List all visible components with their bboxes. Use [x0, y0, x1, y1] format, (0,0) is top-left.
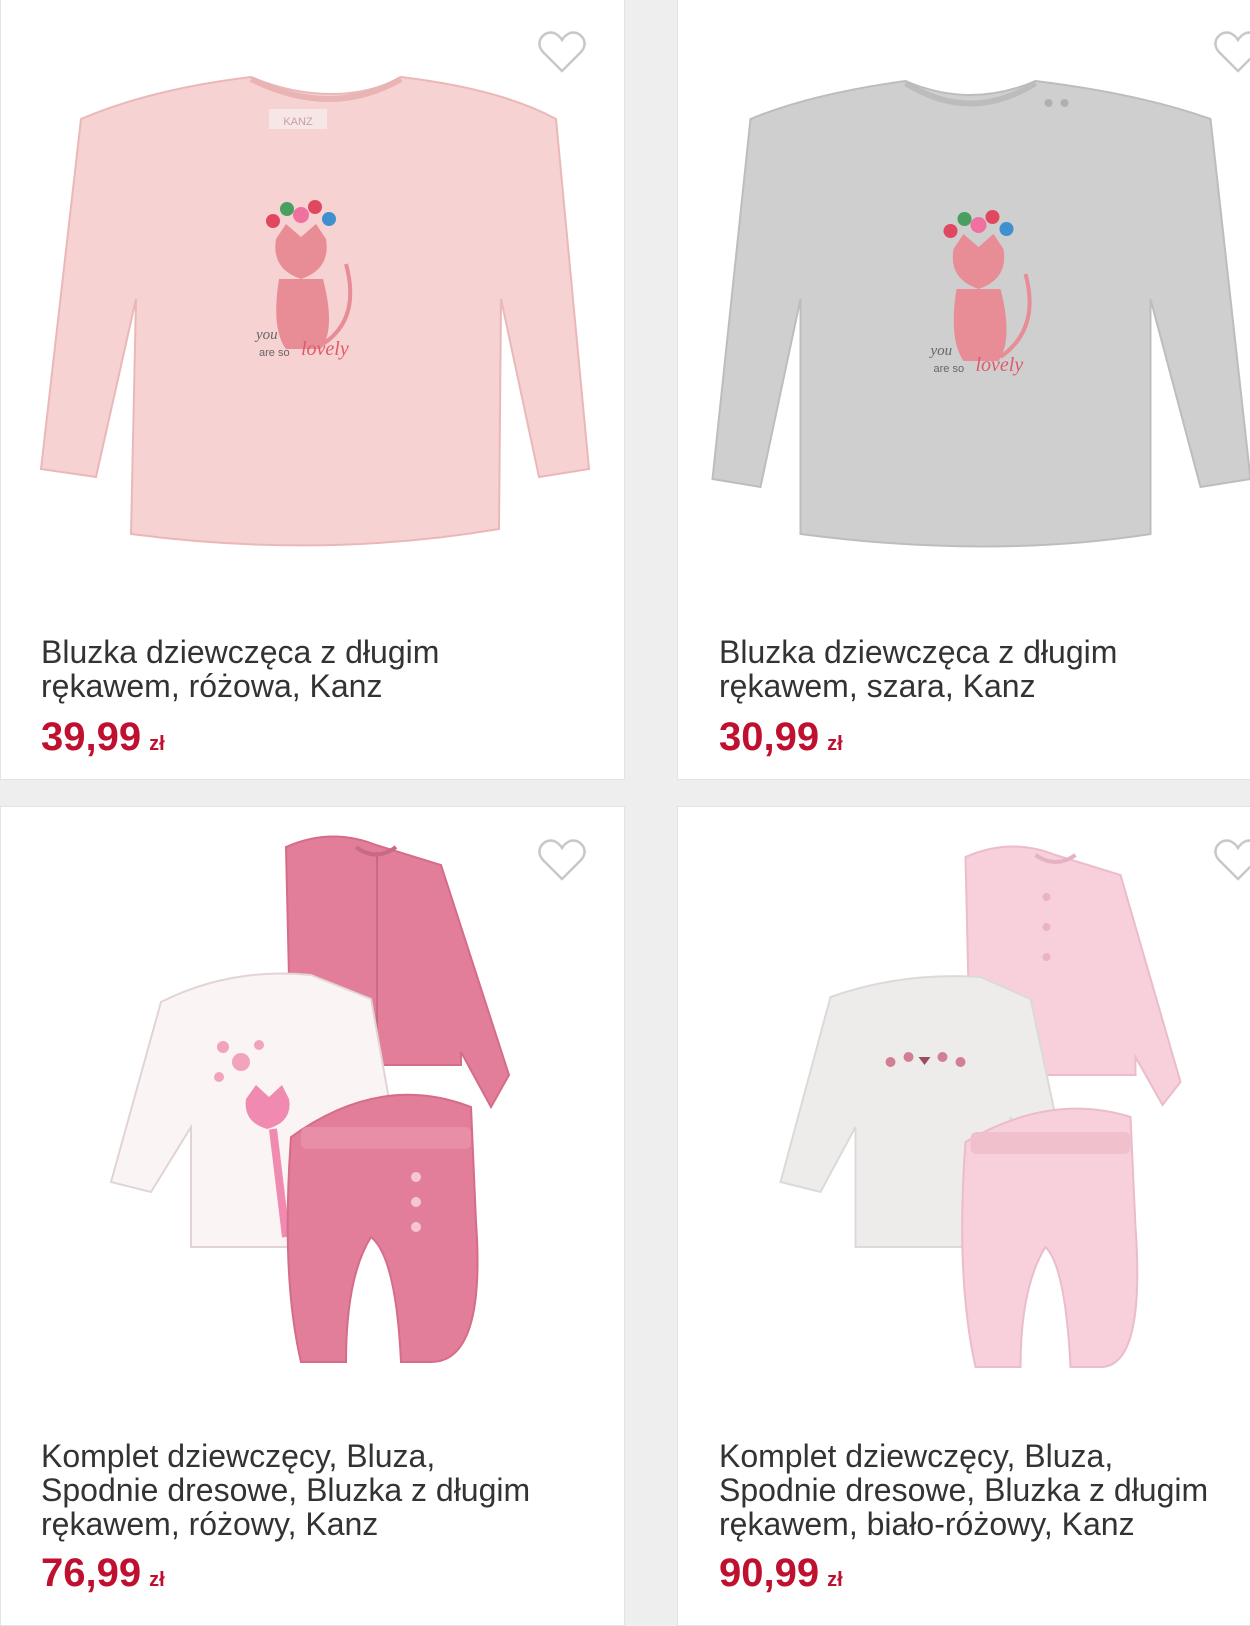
print-text-are-so: are so	[259, 347, 290, 359]
price-value: 30,99	[719, 715, 820, 759]
wishlist-heart-icon[interactable]	[537, 837, 587, 883]
price-value: 39,99	[41, 715, 142, 759]
brand-tag-text: KANZ	[283, 116, 313, 128]
print-text-you: you	[254, 327, 278, 343]
product-image[interactable]	[678, 807, 1250, 1407]
price-value: 90,99	[719, 1551, 820, 1595]
product-price: 90,99 zł	[719, 1553, 843, 1600]
price-currency: zł	[827, 733, 843, 755]
product-image[interactable]: KANZ you are so lovely	[1, 0, 625, 599]
price-value: 76,99	[41, 1551, 142, 1595]
product-title[interactable]: Komplet dziewczęcy, Bluza, Spodnie dreso…	[41, 1439, 561, 1541]
wishlist-heart-icon[interactable]	[1213, 29, 1250, 75]
product-title[interactable]: Bluzka dziewczęca z długim rękawem, różo…	[41, 635, 561, 703]
print-text-are-so: are so	[934, 363, 965, 375]
product-card[interactable]: Komplet dziewczęcy, Bluza, Spodnie dreso…	[0, 806, 625, 1626]
wishlist-heart-icon[interactable]	[537, 29, 587, 75]
product-card[interactable]: you are so lovely Bluzka dziewczęca z dł…	[677, 0, 1250, 780]
product-image[interactable]: you are so lovely	[678, 0, 1250, 599]
price-currency: zł	[827, 1569, 843, 1591]
print-text-you: you	[929, 343, 953, 359]
price-currency: zł	[149, 1569, 165, 1591]
product-grid: KANZ you are so lovely Bluzka dziewczęca…	[0, 0, 1250, 1626]
product-price: 39,99 zł	[41, 717, 165, 764]
product-price: 76,99 zł	[41, 1553, 165, 1600]
product-card[interactable]: KANZ you are so lovely Bluzka dziewczęca…	[0, 0, 625, 780]
product-title[interactable]: Bluzka dziewczęca z długim rękawem, szar…	[719, 635, 1239, 703]
price-currency: zł	[149, 733, 165, 755]
product-title[interactable]: Komplet dziewczęcy, Bluza, Spodnie dreso…	[719, 1439, 1239, 1541]
product-image[interactable]	[1, 807, 625, 1407]
print-text-lovely: lovely	[976, 354, 1024, 376]
product-price: 30,99 zł	[719, 717, 843, 764]
print-text-lovely: lovely	[301, 338, 349, 360]
product-card[interactable]: Komplet dziewczęcy, Bluza, Spodnie dreso…	[677, 806, 1250, 1626]
wishlist-heart-icon[interactable]	[1213, 837, 1250, 883]
